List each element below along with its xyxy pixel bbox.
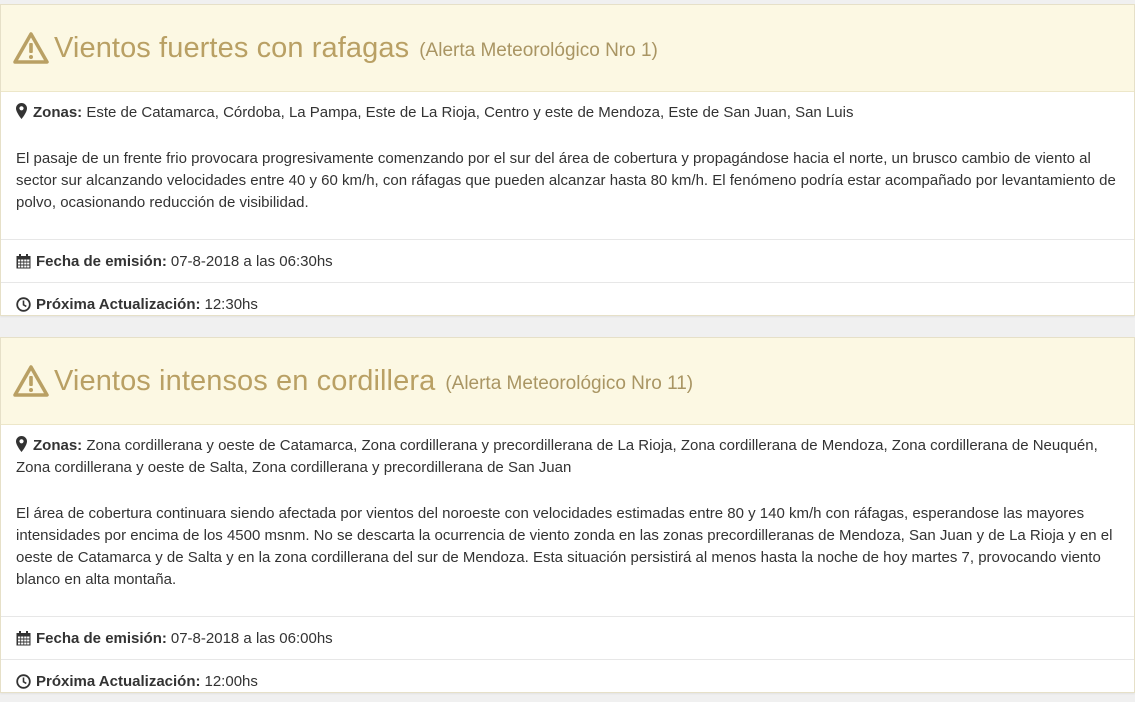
alerts-page: Vientos fuertes con rafagas (Alerta Mete… xyxy=(0,0,1135,699)
emission-row: Fecha de emisión: 07-8-2018 a las 06:00h… xyxy=(1,617,1134,660)
update-value: 12:00hs xyxy=(204,672,258,690)
zones-line: Zonas: Este de Catamarca, Córdoba, La Pa… xyxy=(16,102,1119,124)
alert-subtitle: (Alerta Meteorológico Nro 11) xyxy=(445,373,694,394)
zones-text: Este de Catamarca, Córdoba, La Pampa, Es… xyxy=(86,104,854,121)
update-value: 12:30hs xyxy=(204,295,258,313)
alert-title: Vientos intensos en cordillera xyxy=(54,364,436,397)
map-marker-icon xyxy=(16,436,27,452)
emission-row: Fecha de emisión: 07-8-2018 a las 06:30h… xyxy=(1,240,1134,283)
alert-subtitle: (Alerta Meteorológico Nro 1) xyxy=(419,40,658,61)
alert-description: El pasaje de un frente frio provocara pr… xyxy=(16,150,1116,211)
clock-icon xyxy=(16,296,31,312)
update-label: Próxima Actualización: xyxy=(36,672,201,690)
alert-body: Zonas: Zona cordillerana y oeste de Cata… xyxy=(1,435,1134,617)
zones-label: Zonas: xyxy=(33,437,83,454)
warning-icon xyxy=(13,32,49,64)
zones-label: Zonas: xyxy=(33,104,83,121)
emission-value: 07-8-2018 a las 06:00hs xyxy=(170,629,333,647)
alert-title: Vientos fuertes con rafagas xyxy=(54,31,410,64)
update-label: Próxima Actualización: xyxy=(36,295,201,313)
alert-heading: Vientos fuertes con rafagas (Alerta Mete… xyxy=(1,5,1134,92)
update-row: Próxima Actualización: 12:00hs xyxy=(1,660,1134,702)
alert-heading: Vientos intensos en cordillera (Alerta M… xyxy=(1,338,1134,425)
alert-panel: Vientos intensos en cordillera (Alerta M… xyxy=(0,337,1135,693)
emission-label: Fecha de emisión: xyxy=(36,252,167,270)
update-row: Próxima Actualización: 12:30hs xyxy=(1,283,1134,325)
alert-body: Zonas: Este de Catamarca, Córdoba, La Pa… xyxy=(1,102,1134,240)
zones-line: Zonas: Zona cordillerana y oeste de Cata… xyxy=(16,435,1119,479)
emission-value: 07-8-2018 a las 06:30hs xyxy=(170,252,333,270)
alert-description: El área de cobertura continuara siendo a… xyxy=(16,505,1113,588)
emission-label: Fecha de emisión: xyxy=(36,629,167,647)
zones-text: Zona cordillerana y oeste de Catamarca, … xyxy=(16,437,1098,476)
alert-panel: Vientos fuertes con rafagas (Alerta Mete… xyxy=(0,4,1135,316)
map-marker-icon xyxy=(16,103,27,119)
calendar-icon xyxy=(16,630,31,645)
calendar-icon xyxy=(16,253,31,268)
warning-icon xyxy=(13,365,49,397)
clock-icon xyxy=(16,673,31,689)
